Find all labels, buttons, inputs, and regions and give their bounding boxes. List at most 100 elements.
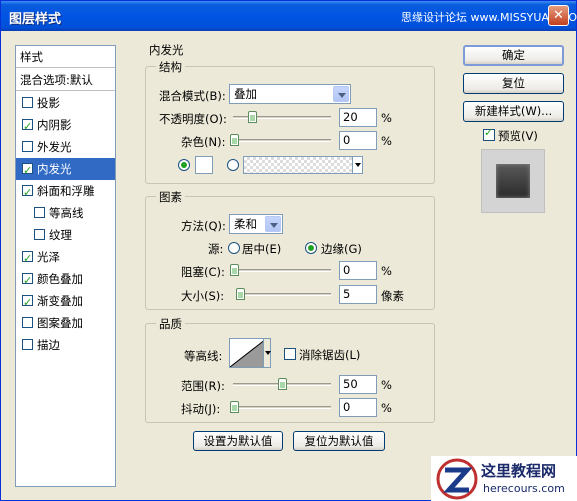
range-slider-thumb[interactable] — [278, 378, 287, 390]
size-slider-thumb[interactable] — [236, 288, 245, 300]
style-item[interactable]: 渐变叠加 — [16, 290, 115, 314]
source-edge-radio[interactable] — [305, 242, 317, 254]
site-logo: 这里教程网 herecours.com — [431, 456, 577, 501]
style-item[interactable]: 斜面和浮雕 — [16, 180, 115, 204]
blend-options-item[interactable]: 混合选项:默认 — [16, 69, 115, 91]
style-item[interactable]: 外发光 — [16, 136, 115, 158]
choke-input[interactable]: 0 — [339, 261, 377, 280]
style-item-label: 投影 — [37, 96, 60, 110]
ok-button[interactable]: 确定 — [463, 45, 564, 66]
method-select[interactable]: 柔和 — [229, 214, 283, 234]
style-item-label: 斜面和浮雕 — [37, 184, 95, 198]
range-unit: % — [381, 378, 392, 392]
source-center-radio[interactable] — [228, 242, 240, 254]
range-label: 范围(R): — [181, 379, 225, 393]
source-center-label[interactable]: 居中(E) — [242, 241, 281, 257]
style-item-label: 内发光 — [37, 162, 72, 176]
blend-options-label: 混合选项:默认 — [20, 73, 93, 87]
style-item-checkbox[interactable] — [22, 160, 33, 182]
blend-mode-value: 叠加 — [234, 87, 257, 101]
style-item[interactable]: 内发光 — [16, 158, 115, 182]
contour-picker[interactable] — [229, 338, 267, 368]
styles-header[interactable]: 样式 — [16, 46, 115, 68]
source-edge-label[interactable]: 边缘(G) — [321, 241, 362, 257]
opacity-slider-thumb[interactable] — [248, 111, 257, 123]
contour-dropdown[interactable] — [263, 338, 271, 368]
style-item[interactable]: 等高线 — [16, 202, 115, 224]
range-input[interactable]: 50 — [339, 375, 377, 394]
style-item[interactable]: 光泽 — [16, 246, 115, 270]
style-list: 样式 混合选项:默认 投影内阴影外发光内发光斜面和浮雕等高线纹理光泽颜色叠加渐变… — [15, 45, 116, 487]
opacity-input[interactable]: 20 — [339, 108, 377, 127]
style-item-checkbox[interactable] — [22, 317, 33, 328]
style-item-checkbox[interactable] — [22, 116, 33, 138]
style-item-checkbox[interactable] — [22, 97, 33, 108]
reset-default-button[interactable]: 复位为默认值 — [293, 431, 385, 451]
style-item-checkbox[interactable] — [22, 339, 33, 350]
preview-checkbox[interactable] — [483, 126, 495, 141]
choke-unit: % — [381, 264, 392, 278]
style-item-label: 描边 — [37, 338, 60, 352]
style-item[interactable]: 描边 — [16, 334, 115, 356]
style-preview — [481, 149, 545, 213]
glow-color-swatch[interactable] — [195, 156, 213, 174]
style-item-checkbox[interactable] — [34, 229, 45, 240]
style-item-label: 渐变叠加 — [37, 294, 83, 308]
choke-slider[interactable] — [233, 269, 331, 272]
opacity-unit: % — [381, 111, 392, 125]
new-style-button[interactable]: 新建样式(W)... — [463, 101, 564, 122]
method-label: 方法(Q): — [181, 219, 226, 233]
antialias-label[interactable]: 消除锯齿(L) — [299, 347, 360, 363]
size-input[interactable]: 5 — [339, 285, 377, 304]
style-item-label: 纹理 — [49, 228, 72, 242]
gradient-picker[interactable] — [243, 156, 363, 174]
style-item[interactable]: 内阴影 — [16, 114, 115, 138]
jitter-input[interactable]: 0 — [339, 398, 377, 417]
noise-slider[interactable] — [233, 139, 331, 142]
opacity-label: 不透明度(O): — [159, 112, 227, 126]
make-default-button[interactable]: 设置为默认值 — [193, 431, 283, 451]
noise-unit: % — [381, 134, 392, 148]
quality-title: 品质 — [156, 316, 185, 332]
blend-mode-select[interactable]: 叠加 — [229, 84, 351, 104]
method-value: 柔和 — [234, 217, 257, 231]
style-item[interactable]: 图案叠加 — [16, 312, 115, 334]
gradient-radio[interactable] — [227, 159, 239, 171]
style-item-checkbox[interactable] — [22, 270, 33, 292]
layer-style-dialog: 图层样式 思缘设计论坛 www.MISSYUAN.COM ✕ 样式 混合选项:默… — [0, 0, 577, 501]
jitter-slider-thumb[interactable] — [230, 401, 239, 413]
style-item-checkbox[interactable] — [34, 207, 45, 218]
title-bar[interactable]: 图层样式 思缘设计论坛 www.MISSYUAN.COM ✕ — [1, 1, 577, 31]
style-item-label: 颜色叠加 — [37, 272, 83, 286]
style-item-checkbox[interactable] — [22, 248, 33, 270]
structure-title: 结构 — [156, 59, 185, 75]
style-item-label: 图案叠加 — [37, 316, 83, 330]
solid-color-radio[interactable] — [178, 159, 190, 171]
style-item-checkbox[interactable] — [22, 182, 33, 204]
close-button[interactable]: ✕ — [548, 5, 569, 26]
panel-title: 内发光 — [149, 43, 184, 57]
style-item-label: 等高线 — [49, 206, 84, 220]
reset-button[interactable]: 复位 — [463, 73, 564, 94]
preview-swatch — [496, 164, 530, 198]
blend-mode-label: 混合模式(B): — [159, 89, 226, 103]
antialias-checkbox[interactable] — [284, 348, 296, 360]
noise-label: 杂色(N): — [181, 135, 226, 149]
style-item-checkbox[interactable] — [22, 292, 33, 314]
source-label: 源: — [208, 242, 224, 256]
style-item[interactable]: 纹理 — [16, 224, 115, 246]
noise-slider-thumb[interactable] — [230, 134, 239, 146]
preview-label[interactable]: 预览(V) — [498, 128, 538, 144]
close-icon: ✕ — [553, 8, 564, 23]
size-slider[interactable] — [238, 293, 331, 296]
chevron-down-icon — [333, 86, 349, 102]
logo-title: 这里教程网 — [481, 462, 557, 480]
choke-slider-thumb[interactable] — [230, 264, 239, 276]
jitter-slider[interactable] — [233, 406, 331, 409]
style-item[interactable]: 颜色叠加 — [16, 268, 115, 292]
noise-input[interactable]: 0 — [339, 131, 377, 150]
style-item-checkbox[interactable] — [22, 141, 33, 152]
contour-curve-icon — [229, 338, 267, 368]
style-item-label: 外发光 — [37, 140, 72, 154]
style-item[interactable]: 投影 — [16, 92, 115, 114]
